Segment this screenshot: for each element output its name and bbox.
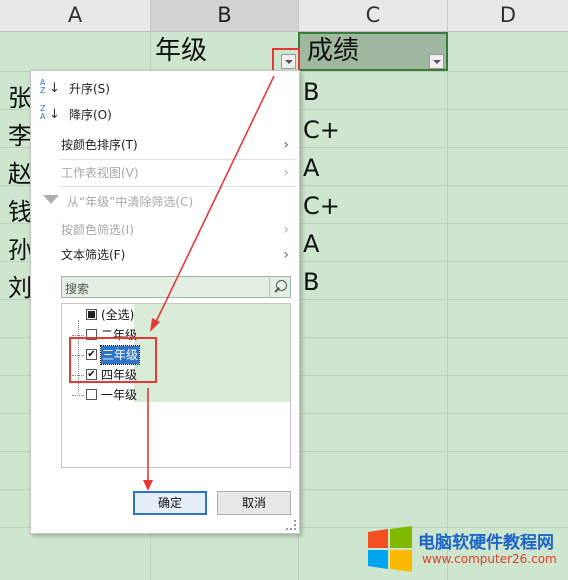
chevron-right-icon: › [283, 222, 289, 238]
column-header-b[interactable]: B [151, 0, 299, 32]
grade-cell[interactable]: C+ [303, 116, 340, 144]
grade-cell[interactable]: A [303, 230, 319, 258]
list-item-label: 一年级 [101, 388, 138, 402]
name-cell[interactable]: 张 [8, 78, 32, 113]
cancel-button[interactable]: 取消 [217, 491, 291, 515]
chevron-right-icon: › [283, 137, 289, 153]
menu-item-sort-descending[interactable]: ZA ↓ 降序(O) [31, 103, 299, 127]
column-header-d[interactable]: D [448, 0, 568, 32]
resize-grip-icon[interactable] [286, 520, 296, 530]
funnel-clear-icon [43, 195, 59, 204]
name-cell[interactable]: 赵 [8, 154, 32, 189]
grade-cell[interactable]: B [303, 268, 319, 296]
menu-item-label: 升序(S) [69, 82, 110, 96]
windows-logo-icon [368, 526, 412, 572]
grade-cell[interactable]: A [303, 154, 319, 182]
list-item-label: (全选) [101, 308, 135, 322]
menu-item-label: 降序(O) [69, 108, 112, 122]
tree-connector [72, 335, 84, 336]
menu-item-text-filter[interactable]: 文本筛选(F) › [31, 243, 299, 267]
menu-item-clear-filter: 从“年级”中清除筛选(C) [31, 190, 299, 214]
menu-separator [59, 159, 297, 160]
name-cell[interactable]: 李 [8, 116, 32, 151]
column-header-c[interactable]: C [299, 0, 448, 32]
menu-separator [59, 186, 297, 187]
grade-cell[interactable]: C+ [303, 192, 340, 220]
gridline [447, 31, 448, 580]
checkbox-partial[interactable] [86, 309, 97, 320]
menu-item-label: 从“年级”中清除筛选(C) [67, 195, 194, 209]
chevron-right-icon: › [283, 247, 289, 263]
ok-button[interactable]: 确定 [133, 491, 207, 515]
dropdown-arrow-icon [433, 60, 441, 64]
watermark-title: 电脑软硬件教程网 [418, 533, 554, 553]
checkbox-unchecked[interactable] [86, 389, 97, 400]
filter-menu: AZ ↓ 升序(S) ZA ↓ 降序(O) 按颜色排序(T) › 工作表视图(V… [30, 70, 300, 534]
menu-item-label: 按颜色筛选(I) [61, 223, 134, 237]
column-header-a[interactable]: A [0, 0, 151, 32]
sort-arrow-icon: ↓ [49, 81, 60, 96]
menu-item-label: 文本筛选(F) [61, 248, 126, 262]
grade-cell[interactable]: B [303, 78, 319, 106]
name-cell[interactable]: 钱 [8, 192, 32, 227]
menu-item-sheet-view: 工作表视图(V) › [31, 161, 299, 185]
menu-item-filter-by-color: 按颜色筛选(I) › [31, 218, 299, 242]
filter-value-list: (全选) 二年级 ✔ 三年级 ✔ 四年级 一年级 [61, 303, 291, 468]
menu-item-sort-ascending[interactable]: AZ ↓ 升序(S) [31, 77, 299, 101]
list-highlight [134, 304, 290, 402]
search-icon[interactable] [269, 277, 290, 297]
watermark-url: www.computer26.com [422, 552, 557, 566]
annotation-highlight-checked-items [69, 337, 157, 383]
sort-arrow-icon: ↓ [49, 107, 60, 122]
menu-item-sort-by-color[interactable]: 按颜色排序(T) › [31, 133, 299, 157]
cell-selection-border [298, 32, 448, 71]
search-placeholder: 搜索 [65, 282, 90, 296]
menu-item-label: 按颜色排序(T) [61, 138, 138, 152]
filter-dropdown-button-score[interactable] [429, 54, 444, 69]
menu-item-label: 工作表视图(V) [61, 166, 139, 180]
name-cell[interactable]: 孙 [8, 230, 32, 265]
tree-connector [72, 395, 84, 396]
name-cell[interactable]: 刘 [8, 268, 32, 303]
filter-search-box[interactable]: 搜索 [61, 276, 291, 298]
chevron-right-icon: › [283, 165, 289, 181]
